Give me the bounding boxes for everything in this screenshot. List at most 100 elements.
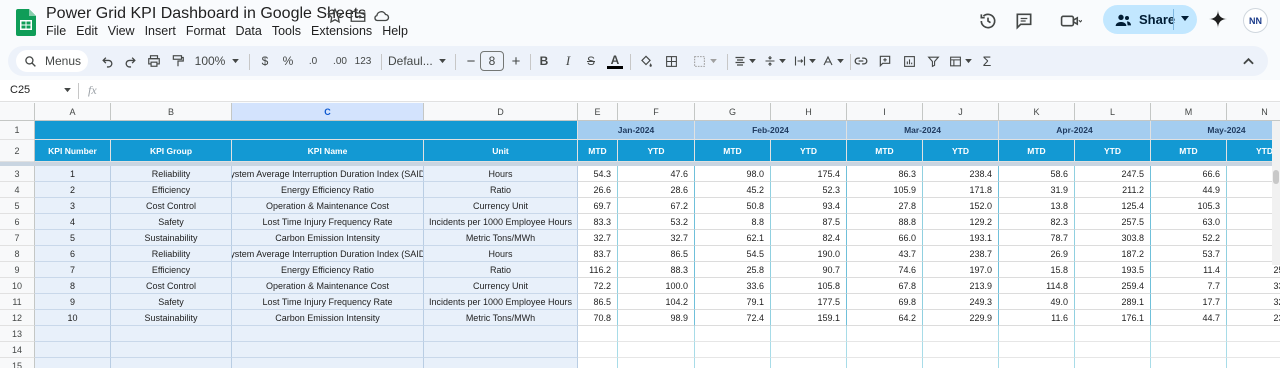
mtd-value-cell[interactable]: 70.8: [578, 310, 618, 326]
month-header[interactable]: Jan-2024: [578, 121, 695, 140]
functions-button[interactable]: Σ: [980, 50, 994, 72]
column-header-k[interactable]: K: [999, 103, 1075, 121]
mtd-value-cell[interactable]: 50.8: [695, 198, 771, 214]
kpi-name-cell[interactable]: Lost Time Injury Frequency Rate: [232, 214, 424, 230]
empty-cell[interactable]: [111, 342, 232, 358]
empty-cell[interactable]: [1151, 358, 1227, 368]
mtd-value-cell[interactable]: 54.3: [578, 166, 618, 182]
mtd-header-cell[interactable]: MTD: [999, 140, 1075, 162]
mtd-value-cell[interactable]: 72.4: [695, 310, 771, 326]
kpi-number-cell[interactable]: 6: [35, 246, 111, 262]
redo-button[interactable]: [121, 50, 139, 72]
ytd-value-cell[interactable]: 32.7: [618, 230, 695, 246]
mtd-value-cell[interactable]: 82.3: [999, 214, 1075, 230]
mtd-value-cell[interactable]: 54.5: [695, 246, 771, 262]
menu-data[interactable]: Data: [235, 24, 267, 38]
ytd-value-cell[interactable]: 52.3: [771, 182, 847, 198]
empty-cell[interactable]: [999, 342, 1075, 358]
empty-cell[interactable]: [999, 358, 1075, 368]
empty-cell[interactable]: [1075, 326, 1151, 342]
row-header-11[interactable]: 11: [0, 294, 35, 310]
row-header-2[interactable]: 2: [0, 140, 35, 162]
empty-cell[interactable]: [232, 358, 424, 368]
row-header-3[interactable]: 3: [0, 166, 35, 182]
empty-cell[interactable]: [1075, 358, 1151, 368]
empty-cell[interactable]: [1227, 342, 1280, 358]
empty-cell[interactable]: [424, 326, 578, 342]
insert-comment-button[interactable]: [876, 50, 894, 72]
paint-format-button[interactable]: [169, 50, 187, 72]
mtd-value-cell[interactable]: 8.8: [695, 214, 771, 230]
ytd-value-cell[interactable]: 152.0: [923, 198, 999, 214]
ytd-value-cell[interactable]: 197.0: [923, 262, 999, 278]
empty-cell[interactable]: [695, 326, 771, 342]
row-header-9[interactable]: 9: [0, 262, 35, 278]
mtd-header-cell[interactable]: MTD: [695, 140, 771, 162]
empty-cell[interactable]: [1151, 342, 1227, 358]
ytd-value-cell[interactable]: 213.9: [923, 278, 999, 294]
mtd-value-cell[interactable]: 45.2: [695, 182, 771, 198]
menu-extensions[interactable]: Extensions: [311, 24, 378, 38]
text-wrapping-button[interactable]: [792, 50, 818, 72]
header-cell[interactable]: KPI Name: [232, 140, 424, 162]
header-cell[interactable]: KPI Group: [111, 140, 232, 162]
ytd-value-cell[interactable]: 176.1: [1075, 310, 1151, 326]
header-cell[interactable]: KPI Number: [35, 140, 111, 162]
column-header-m[interactable]: M: [1151, 103, 1227, 121]
mtd-value-cell[interactable]: 63.0: [1151, 214, 1227, 230]
empty-cell[interactable]: [111, 358, 232, 368]
ytd-value-cell[interactable]: 289.1: [1075, 294, 1151, 310]
mtd-value-cell[interactable]: 79.1: [695, 294, 771, 310]
mtd-value-cell[interactable]: 11.6: [999, 310, 1075, 326]
mtd-header-cell[interactable]: MTD: [1151, 140, 1227, 162]
unit-cell[interactable]: Incidents per 1000 Employee Hours: [424, 214, 578, 230]
month-header[interactable]: May-2024: [1151, 121, 1280, 140]
kpi-number-cell[interactable]: 4: [35, 214, 111, 230]
mtd-value-cell[interactable]: 58.6: [999, 166, 1075, 182]
borders-button[interactable]: [662, 50, 680, 72]
empty-cell[interactable]: [35, 358, 111, 368]
mtd-value-cell[interactable]: 69.8: [847, 294, 923, 310]
merge-cells-button[interactable]: [687, 50, 723, 72]
ytd-value-cell[interactable]: 249.3: [923, 294, 999, 310]
mtd-value-cell[interactable]: 49.0: [999, 294, 1075, 310]
zoom-select[interactable]: 100%: [194, 50, 240, 72]
unit-cell[interactable]: Metric Tons/MWh: [424, 310, 578, 326]
empty-cell[interactable]: [771, 358, 847, 368]
meet-button[interactable]: [1053, 8, 1089, 34]
column-header-f[interactable]: F: [618, 103, 695, 121]
empty-cell[interactable]: [1151, 326, 1227, 342]
column-header-h[interactable]: H: [771, 103, 847, 121]
comments-button[interactable]: [1011, 8, 1037, 34]
ytd-value-cell[interactable]: 193.1: [923, 230, 999, 246]
ytd-value-cell[interactable]: 322.4: [1227, 294, 1280, 310]
fill-color-button[interactable]: [637, 50, 655, 72]
mtd-value-cell[interactable]: 69.7: [578, 198, 618, 214]
mtd-value-cell[interactable]: 83.7: [578, 246, 618, 262]
column-header-g[interactable]: G: [695, 103, 771, 121]
kpi-group-cell[interactable]: Reliability: [111, 246, 232, 262]
empty-cell[interactable]: [847, 358, 923, 368]
mtd-value-cell[interactable]: 66.6: [1151, 166, 1227, 182]
scrollbar-thumb[interactable]: [1273, 170, 1279, 184]
ytd-header-cell[interactable]: YTD: [771, 140, 847, 162]
empty-cell[interactable]: [232, 326, 424, 342]
empty-cell[interactable]: [695, 358, 771, 368]
mtd-value-cell[interactable]: 13.8: [999, 198, 1075, 214]
empty-cell[interactable]: [424, 358, 578, 368]
menu-help[interactable]: Help: [382, 24, 414, 38]
mtd-value-cell[interactable]: 15.8: [999, 262, 1075, 278]
move-folder-icon[interactable]: [349, 7, 367, 25]
chevron-down-icon[interactable]: [1181, 16, 1189, 22]
ytd-value-cell[interactable]: 259.4: [1075, 278, 1151, 294]
row-header-12[interactable]: 12: [0, 310, 35, 326]
kpi-group-cell[interactable]: Sustainability: [111, 310, 232, 326]
menu-view[interactable]: View: [108, 24, 141, 38]
empty-cell[interactable]: [923, 326, 999, 342]
document-title[interactable]: Power Grid KPI Dashboard in Google Sheet…: [46, 5, 366, 23]
mtd-value-cell[interactable]: 7.7: [1151, 278, 1227, 294]
month-header[interactable]: Feb-2024: [695, 121, 847, 140]
empty-cell[interactable]: [578, 342, 618, 358]
ytd-value-cell[interactable]: 100.0: [618, 278, 695, 294]
row-header-6[interactable]: 6: [0, 214, 35, 230]
